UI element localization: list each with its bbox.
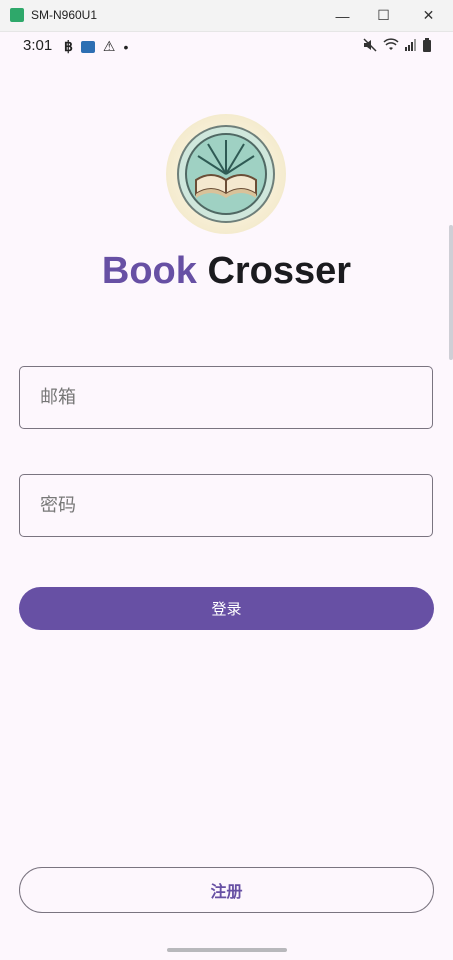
app-window: SM-N960U1 — ☐ ✕ 3:01 ฿ ⚠ • Book Crosser … <box>0 0 453 960</box>
app-brand-title: Book Crosser <box>0 250 453 293</box>
mute-icon <box>363 38 377 52</box>
dot-icon: • <box>123 38 129 55</box>
status-time: 3:01 <box>23 37 53 54</box>
image-icon <box>80 40 95 53</box>
wifi-icon <box>383 38 399 50</box>
warning-icon: ⚠ <box>102 38 116 54</box>
status-bar: 3:01 ฿ ⚠ • <box>0 31 453 59</box>
android-app-icon <box>10 8 24 22</box>
login-button[interactable]: 登录 <box>19 587 434 630</box>
battery-icon <box>423 38 431 52</box>
signal-icon <box>405 39 416 51</box>
home-indicator[interactable] <box>167 948 287 952</box>
email-input[interactable] <box>20 367 432 428</box>
maximize-icon[interactable]: ☐ <box>361 0 406 31</box>
brand-crosser: Crosser <box>196 250 352 292</box>
password-field[interactable] <box>19 474 433 537</box>
status-left-icons: ฿ ⚠ • <box>64 38 128 55</box>
window-title: SM-N960U1 <box>31 8 98 22</box>
register-button-label: 注册 <box>210 882 243 901</box>
email-field[interactable] <box>19 366 433 429</box>
status-right-icons <box>363 38 431 52</box>
password-input[interactable] <box>20 475 432 536</box>
scrollbar[interactable] <box>449 225 453 360</box>
open-book-logo-icon <box>177 125 275 223</box>
app-logo <box>166 114 286 234</box>
register-button[interactable]: 注册 <box>19 867 434 913</box>
window-titlebar: SM-N960U1 — ☐ ✕ <box>0 0 453 32</box>
b-app-icon: ฿ <box>64 38 73 54</box>
close-icon[interactable]: ✕ <box>406 0 451 31</box>
minimize-icon[interactable]: — <box>320 0 365 31</box>
login-button-label: 登录 <box>211 600 242 618</box>
brand-book: Book <box>101 250 197 292</box>
